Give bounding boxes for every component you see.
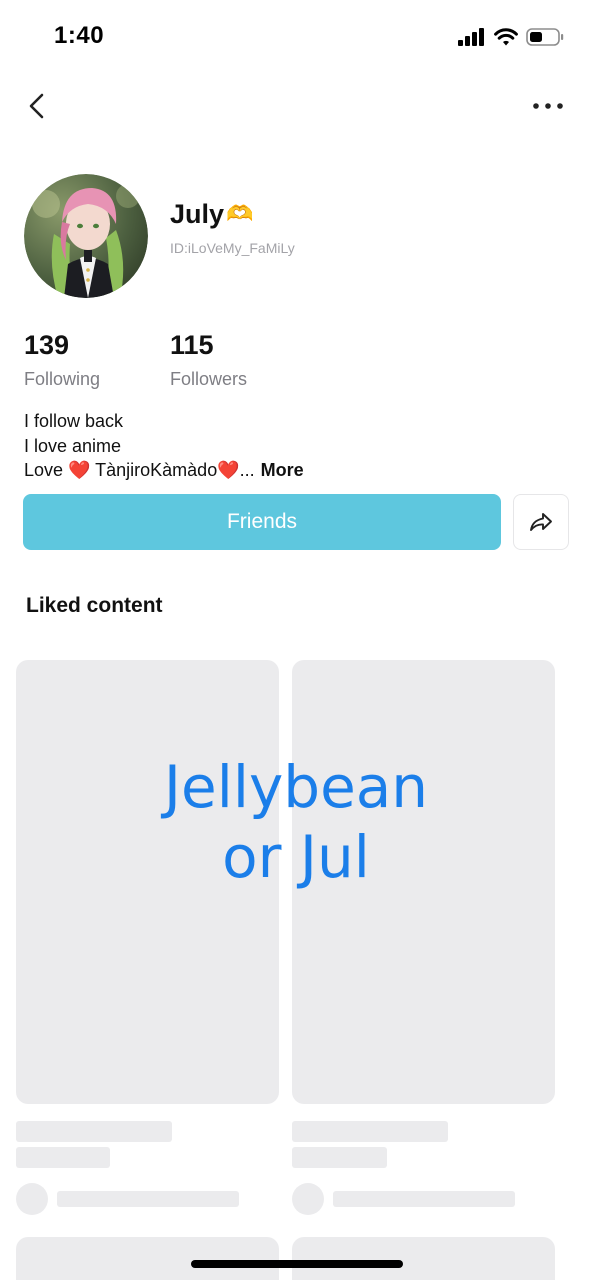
heart-icon: ❤️: [217, 460, 240, 480]
heart-hands-icon: 🫶: [226, 201, 254, 226]
status-time: 1:40: [54, 22, 105, 49]
following-count: 139: [24, 330, 70, 360]
share-arrow-icon: [530, 513, 552, 531]
subtitle-placeholder: [292, 1147, 387, 1168]
bio-ellipsis: ...: [239, 460, 255, 480]
liked-item-placeholder: [16, 1237, 279, 1280]
status-bar: 1:40: [0, 0, 592, 70]
username: July: [170, 198, 225, 229]
liked-item-placeholder: [292, 660, 555, 1104]
avatar[interactable]: [24, 174, 148, 298]
cellular-signal-icon: [458, 28, 486, 46]
author-placeholder: [57, 1191, 239, 1207]
liked-content-title: Liked content: [26, 594, 163, 617]
user-id: ID:iLoVeMy_FaMiLy: [170, 240, 295, 256]
following-label: Following: [24, 369, 101, 389]
battery-icon: [526, 28, 564, 46]
liked-item-placeholder: [16, 660, 279, 1104]
followers-label: Followers: [170, 369, 248, 389]
bio-more-link[interactable]: More: [261, 460, 304, 480]
avatar-placeholder: [16, 1183, 48, 1215]
bio-line: I love anime: [24, 435, 122, 456]
followers-stat[interactable]: 115 Followers: [170, 330, 247, 390]
following-stat[interactable]: 139 Following: [24, 330, 100, 390]
friends-button[interactable]: Friends: [23, 494, 501, 550]
wifi-icon: [494, 28, 518, 46]
heart-icon: ❤️: [68, 460, 91, 480]
bio-text: Love: [24, 460, 69, 480]
chevron-left-icon[interactable]: [22, 90, 52, 122]
bio-line: Love ❤️ TànjiroKàmàdo❤️... More: [24, 458, 304, 483]
followers-count: 115: [170, 330, 214, 360]
more-horizontal-icon[interactable]: [530, 94, 566, 118]
bio-line: I follow back: [24, 411, 124, 431]
home-indicator[interactable]: [191, 1260, 403, 1268]
author-placeholder: [333, 1191, 515, 1207]
nav-bar: [0, 80, 592, 132]
bio-text: TànjiroKàmàdo: [90, 460, 218, 480]
bio: I follow back I love anime Love ❤️ Tànji…: [24, 409, 304, 483]
share-button[interactable]: [513, 494, 569, 550]
liked-item-placeholder: [292, 1237, 555, 1280]
username-row: July 🫶: [170, 196, 253, 232]
title-placeholder: [292, 1121, 448, 1142]
title-placeholder: [16, 1121, 172, 1142]
subtitle-placeholder: [16, 1147, 110, 1168]
avatar-placeholder: [292, 1183, 324, 1215]
